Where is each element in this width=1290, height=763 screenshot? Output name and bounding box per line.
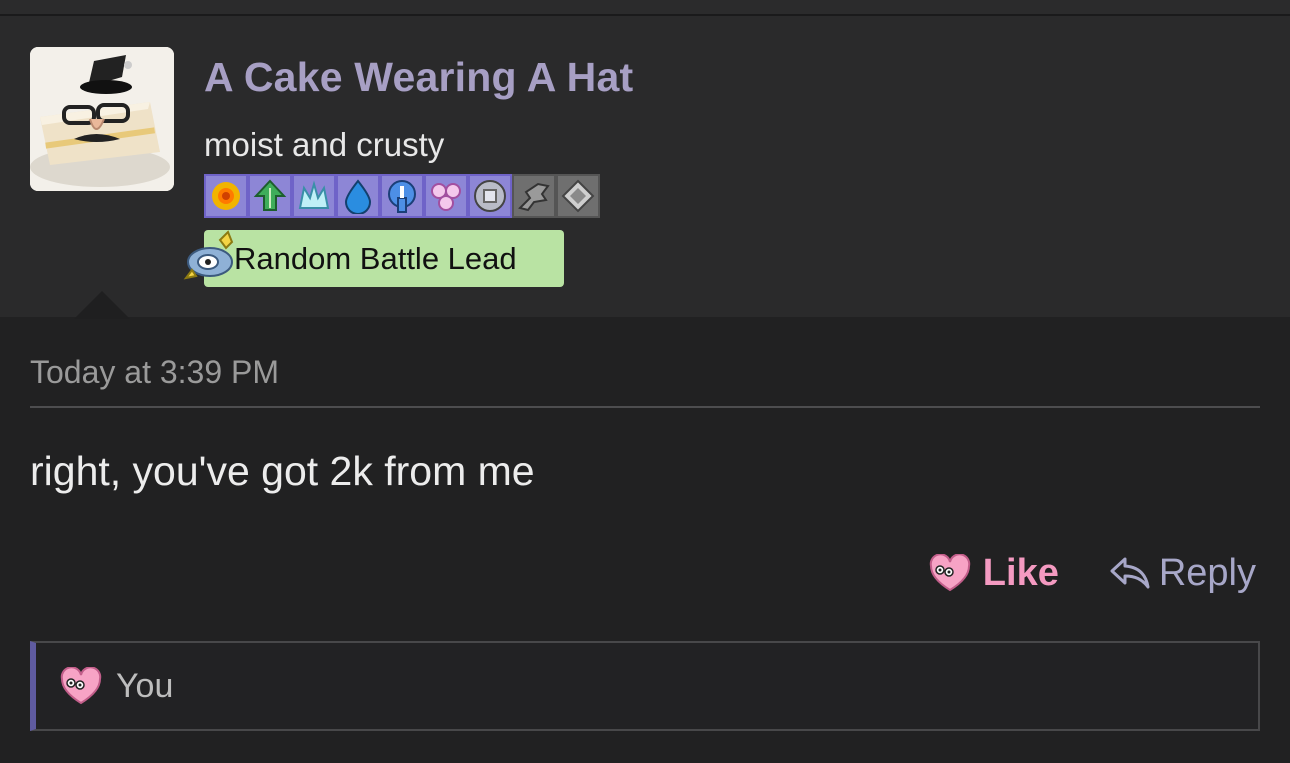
reply-button[interactable]: Reply xyxy=(1109,552,1256,595)
like-button[interactable]: Like xyxy=(929,552,1059,595)
reply-arrow-icon xyxy=(1110,557,1150,589)
fairy-badge-icon[interactable] xyxy=(424,174,468,218)
magnemite-icon xyxy=(182,226,242,286)
water-drop-badge-icon[interactable] xyxy=(336,174,380,218)
avatar[interactable] xyxy=(30,47,174,191)
ice-badge-icon[interactable] xyxy=(292,174,336,218)
ghost-badge-icon[interactable] xyxy=(380,174,424,218)
dragon-badge-icon[interactable] xyxy=(512,174,556,218)
heart-icon xyxy=(60,667,102,705)
sun-badge-icon[interactable] xyxy=(204,174,248,218)
cake-avatar-image xyxy=(30,47,174,191)
diamond-badge-icon[interactable] xyxy=(556,174,600,218)
username[interactable]: A Cake Wearing A Hat xyxy=(204,54,633,101)
top-border xyxy=(0,0,1290,16)
liked-by-user[interactable]: You xyxy=(116,667,173,706)
random-battle-lead-badge: Random Battle Lead xyxy=(204,230,564,287)
steel-ball-badge-icon[interactable] xyxy=(468,174,512,218)
reply-label: Reply xyxy=(1158,551,1256,594)
speech-pointer xyxy=(74,291,130,319)
post-actions: Like Reply xyxy=(929,548,1256,598)
divider xyxy=(30,406,1260,408)
likes-summary: You xyxy=(30,641,1260,731)
badge-row xyxy=(204,174,600,220)
likes-summary-content: You xyxy=(60,643,173,729)
user-title: moist and crusty xyxy=(204,126,445,163)
like-label: Like xyxy=(982,551,1059,594)
heart-icon xyxy=(929,554,970,592)
post-timestamp[interactable]: Today at 3:39 PM xyxy=(30,354,279,391)
post-message: right, you've got 2k from me xyxy=(30,448,535,494)
leaf-badge-icon[interactable] xyxy=(248,174,292,218)
